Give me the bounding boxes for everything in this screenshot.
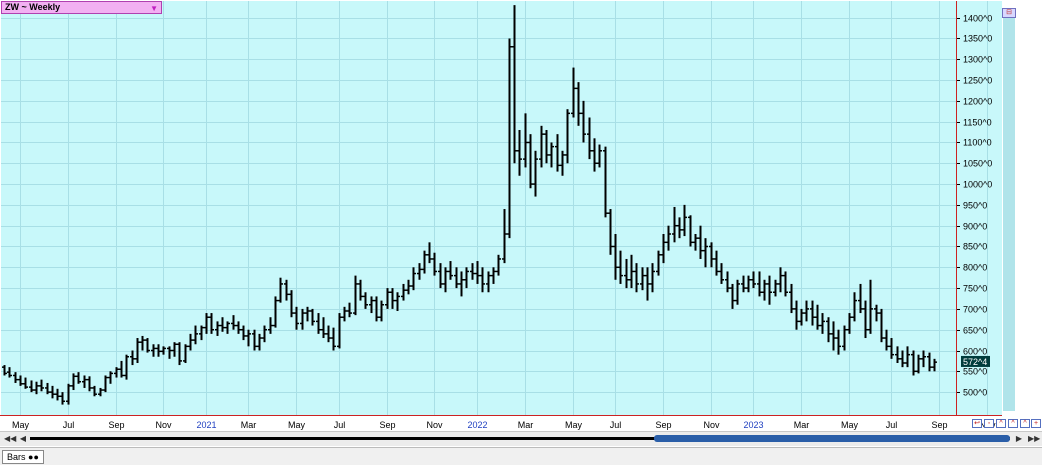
x-tick-label: Mar xyxy=(241,420,257,430)
scroll-last-icon[interactable]: ▶▶ xyxy=(1028,434,1040,444)
x-tick-label: Nov xyxy=(426,420,443,430)
y-tick-label: 1250^0 xyxy=(963,76,992,86)
x-tick-label: Jul xyxy=(334,420,346,430)
y-tick-label: 1400^0 xyxy=(963,14,992,24)
y-tick-label: 600^0 xyxy=(963,347,987,357)
x-tick-label: 2022 xyxy=(467,420,487,430)
scroll-start-icon[interactable]: ◦ xyxy=(984,419,994,428)
zoom-out-icon[interactable]: ^ xyxy=(1008,419,1018,428)
x-tick-label: Sep xyxy=(655,420,671,430)
x-tick-label: Sep xyxy=(108,420,124,430)
scroll-thumb[interactable] xyxy=(654,435,1010,442)
x-axis-labels: May Jul Sep Nov 2021 Mar May Jul Sep Nov 2022 Mar Ma… xyxy=(12,420,996,430)
y-tick-label: 1000^0 xyxy=(963,180,992,190)
bars-tab-label: Bars xyxy=(7,452,26,462)
y-tick-label: 900^0 xyxy=(963,222,987,232)
last-price-label: 572^4 xyxy=(963,357,987,367)
zoom-reset-icon[interactable]: ↩ xyxy=(972,419,982,428)
symbol-selector[interactable]: ZW ~ Weekly ▼ xyxy=(1,1,162,14)
scroll-first-icon[interactable]: ◀◀ xyxy=(4,434,16,444)
y-tick-label: 1050^0 xyxy=(963,159,992,169)
y-tick-label: 1100^0 xyxy=(963,138,992,148)
y-tick-label: 1350^0 xyxy=(963,34,992,44)
zoom-in-icon[interactable]: ^ xyxy=(996,419,1006,428)
y-tick-label: 650^0 xyxy=(963,326,987,336)
side-scroll-panel[interactable] xyxy=(1003,16,1015,411)
time-scrollbar[interactable]: ◀◀ ◀ ▶ ▶▶ xyxy=(0,431,1042,446)
x-tick-label: Sep xyxy=(379,420,395,430)
scroll-left-icon[interactable]: ◀ xyxy=(18,434,28,444)
y-tick-label: 850^0 xyxy=(963,242,987,252)
status-bar: Bars ●● xyxy=(0,447,1042,465)
y-tick-label: 950^0 xyxy=(963,201,987,211)
panel-toggle-icon[interactable]: ⊟ xyxy=(1002,8,1016,18)
symbol-label: ZW ~ Weekly xyxy=(5,2,61,12)
x-tick-label: Jul xyxy=(610,420,622,430)
x-tick-label: 2023 xyxy=(743,420,763,430)
x-tick-label: May xyxy=(841,420,859,430)
y-tick-label: 500^0 xyxy=(963,388,987,398)
y-tick-label: 1200^0 xyxy=(963,97,992,107)
bars-tab[interactable]: Bars ●● xyxy=(2,450,44,464)
y-tick-label: 1300^0 xyxy=(963,55,992,65)
x-tick-label: Jul xyxy=(886,420,898,430)
chart-canvas: 500^0 550^0 600^0 650^0 700^0 750^0 800^0 850^0… xyxy=(0,1,1002,430)
x-tick-label: May xyxy=(288,420,306,430)
x-tick-label: Mar xyxy=(518,420,534,430)
x-tick-label: Jul xyxy=(63,420,75,430)
scroll-end-icon[interactable]: ^ xyxy=(1020,419,1030,428)
tab-dots-icon: ●● xyxy=(28,452,39,462)
y-tick-label: 750^0 xyxy=(963,284,987,294)
dropdown-arrow-icon[interactable]: ▼ xyxy=(150,3,158,14)
y-tick-label: 1150^0 xyxy=(963,118,992,128)
scroll-right-icon[interactable]: ▶ xyxy=(1014,434,1024,444)
y-tick-label: 800^0 xyxy=(963,263,987,273)
x-tick-label: Mar xyxy=(794,420,810,430)
x-tick-label: May xyxy=(565,420,583,430)
settings-icon[interactable]: + xyxy=(1031,419,1041,428)
x-tick-label: Nov xyxy=(155,420,172,430)
y-tick-label: 550^0 xyxy=(963,367,987,377)
x-tick-label: Nov xyxy=(703,420,720,430)
x-tick-label: Sep xyxy=(931,420,947,430)
last-price-tag: 572^4 xyxy=(961,355,990,367)
plot-area xyxy=(1,1,956,415)
x-tick-label: 2021 xyxy=(196,420,216,430)
y-tick-label: 700^0 xyxy=(963,305,987,315)
x-tick-label: May xyxy=(12,420,30,430)
